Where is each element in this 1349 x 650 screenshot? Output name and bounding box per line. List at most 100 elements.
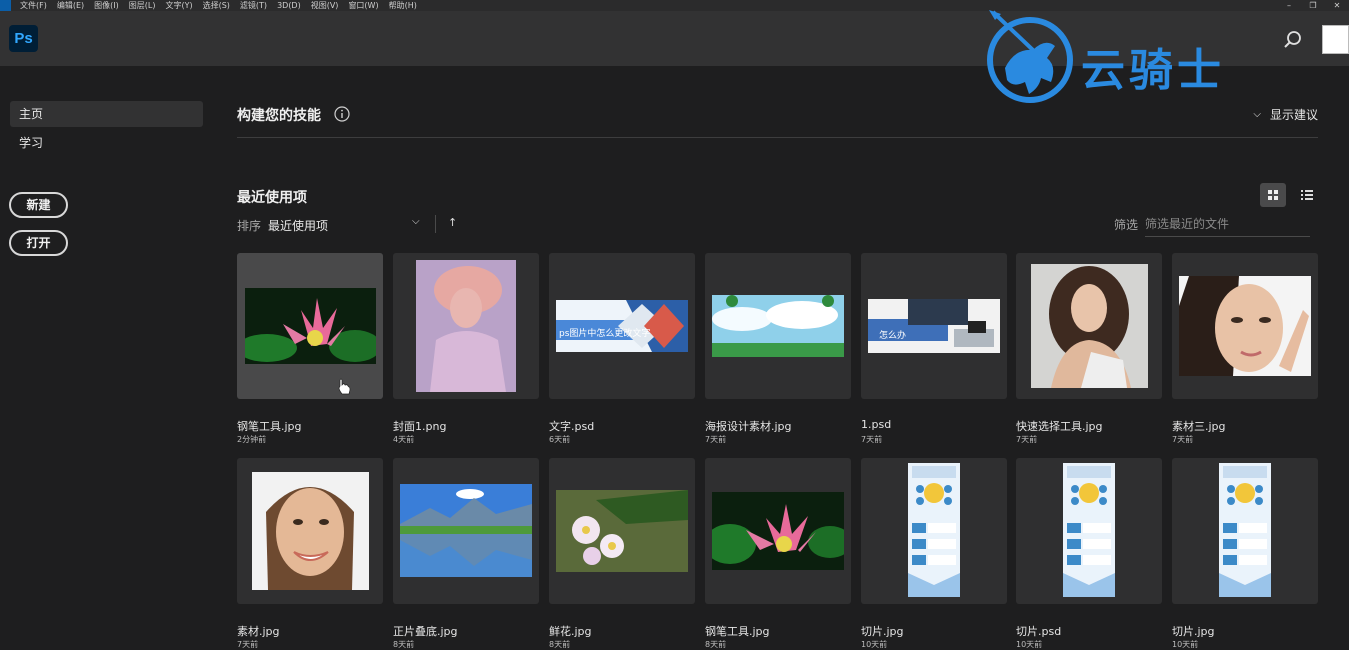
file-time: 7天前 [861,435,883,444]
menu-image[interactable]: 图像(I) [94,0,119,11]
file-thumbnail[interactable] [861,458,1007,604]
file-card[interactable]: 怎么办 1.psd 7天前 [861,253,1007,444]
menu-window[interactable]: 窗口(W) [348,0,378,11]
file-card[interactable]: ps图片中怎么更改文字 文字.psd 6天前 [549,253,695,444]
file-thumbnail[interactable] [393,458,539,604]
new-button[interactable]: 新建 [9,192,68,218]
file-card[interactable]: 素材.jpg 7天前 [237,458,383,649]
file-time: 10天前 [1016,640,1043,649]
file-thumbnail[interactable] [705,458,851,604]
sort-dropdown[interactable]: 最近使用项 [268,217,328,234]
banner-caption: 怎么办 [879,331,907,341]
file-card[interactable]: 快速选择工具.jpg 7天前 [1016,253,1162,444]
file-card[interactable]: 钢笔工具.jpg 2分钟前 [237,253,383,444]
menu-edit[interactable]: 编辑(E) [57,0,84,11]
lake-image [400,484,532,577]
menu-layer[interactable]: 图层(L) [129,0,156,11]
file-name: 快速选择工具.jpg [1016,420,1103,433]
file-name: 切片.psd [1016,625,1062,638]
file-thumbnail[interactable]: 怎么办 [861,253,1007,399]
chevron-down-icon[interactable]: ⌵ [412,216,420,227]
file-name: 海报设计素材.jpg [705,420,792,433]
file-time: 7天前 [237,640,259,649]
info-icon[interactable] [334,106,350,122]
list-icon [1301,190,1313,200]
menu-3d[interactable]: 3D(D) [277,0,301,11]
file-thumbnail[interactable] [237,458,383,604]
file-time: 7天前 [705,435,727,444]
file-time: 8天前 [549,640,571,649]
file-time: 8天前 [705,640,727,649]
search-icon[interactable] [1283,30,1303,50]
file-time: 7天前 [1172,435,1194,444]
file-thumbnail[interactable]: ps图片中怎么更改文字 [549,253,695,399]
file-name: 素材三.jpg [1172,420,1226,433]
file-name: 钢笔工具.jpg [705,625,770,638]
file-name: 钢笔工具.jpg [237,420,302,433]
banner-caption: ps图片中怎么更改文字 [559,329,651,339]
file-thumbnail[interactable] [549,458,695,604]
menu-filter[interactable]: 滤镜(T) [240,0,267,11]
show-tips-label: 显示建议 [1269,108,1318,122]
file-thumbnail[interactable] [393,253,539,399]
file-time: 10天前 [1172,640,1199,649]
file-name: 素材.jpg [237,625,280,638]
sidebar-item-learn[interactable]: 学习 [10,130,203,156]
divider [435,215,436,233]
sort-label: 排序 [237,219,262,233]
main-content: 构建您的技能 ⌵ 显示建议 最近使用项 排序 最近使用项 ⌵ ↑ 筛选 筛选最近… [237,66,1320,649]
filter-input[interactable] [1145,211,1310,237]
infographic-image [1219,463,1271,597]
infographic-image [1063,463,1115,597]
file-thumbnail[interactable] [705,253,851,399]
file-time: 10天前 [861,640,888,649]
file-time: 7天前 [1016,435,1038,444]
file-thumbnail[interactable] [237,253,383,399]
file-card[interactable]: 正片叠底.jpg 8天前 [393,458,539,649]
menu-select[interactable]: 选择(S) [203,0,230,11]
lotus-image [712,492,844,570]
menu-view[interactable]: 视图(V) [311,0,339,11]
menu-type[interactable]: 文字(Y) [165,0,192,11]
recent-title: 最近使用项 [237,190,307,206]
grid-view-button[interactable] [1260,183,1286,207]
file-card[interactable]: 封面1.png 4天前 [393,253,539,444]
file-thumbnail[interactable] [1016,253,1162,399]
file-time: 4天前 [393,435,415,444]
file-card[interactable]: 切片.jpg 10天前 [1172,458,1318,649]
menu-help[interactable]: 帮助(H) [389,0,417,11]
file-card[interactable]: 切片.jpg 10天前 [861,458,1007,649]
avatar[interactable] [1322,25,1349,54]
file-thumbnail[interactable] [1172,253,1318,399]
open-button[interactable]: 打开 [9,230,68,256]
file-thumbnail[interactable] [1172,458,1318,604]
lotus-image [245,288,376,364]
file-time: 8天前 [393,640,415,649]
file-name: 正片叠底.jpg [393,625,458,638]
grid-icon [1268,190,1278,200]
photoshop-logo[interactable]: Ps [9,25,38,52]
sidebar-item-home[interactable]: 主页 [10,101,203,127]
file-card[interactable]: 素材三.jpg 7天前 [1172,253,1318,444]
menu-file[interactable]: 文件(F) [20,0,47,11]
cursor-icon [338,378,351,395]
window-controls: – ❐ ✕ [1277,0,1349,11]
file-card[interactable]: 钢笔工具.jpg 8天前 [705,458,851,649]
sidebar: 主页 学习 新建 打开 [0,66,215,647]
flowers-image [556,490,688,572]
sky-image [712,295,844,357]
file-card[interactable]: 海报设计素材.jpg 7天前 [705,253,851,444]
show-tips-toggle[interactable]: ⌵ 显示建议 [1253,106,1318,123]
divider [237,137,1318,138]
sort-arrow-up-icon[interactable]: ↑ [448,216,457,229]
file-name: 切片.jpg [1172,625,1215,638]
file-thumbnail[interactable] [1016,458,1162,604]
file-card[interactable]: 鲜花.jpg 8天前 [549,458,695,649]
chevron-down-icon: ⌵ [1253,109,1261,120]
close-icon[interactable]: ✕ [1325,0,1349,11]
list-view-button[interactable] [1294,183,1320,207]
infographic-image [908,463,960,597]
restore-icon[interactable]: ❐ [1301,0,1325,11]
file-card[interactable]: 切片.psd 10天前 [1016,458,1162,649]
file-name: 封面1.png [393,420,447,433]
